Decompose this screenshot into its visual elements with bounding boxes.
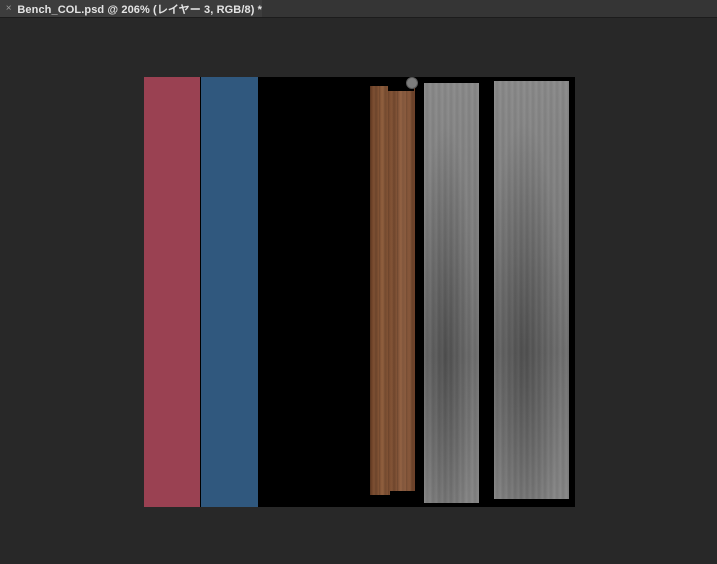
red-color-strip	[144, 77, 200, 507]
pin-icon[interactable]	[406, 77, 418, 89]
wood-bottom-notch	[390, 491, 415, 495]
document-canvas[interactable]	[144, 77, 575, 507]
gray-texture-plank-wide	[494, 81, 569, 499]
close-icon[interactable]: ×	[4, 3, 13, 15]
gray-texture-plank-narrow	[424, 83, 479, 503]
canvas-workspace[interactable]	[0, 18, 717, 564]
document-tab[interactable]: × Bench_COL.psd @ 206% (レイヤー 3, RGB/8) *	[0, 0, 262, 17]
document-tab-bar: × Bench_COL.psd @ 206% (レイヤー 3, RGB/8) *	[0, 0, 717, 18]
document-tab-title[interactable]: Bench_COL.psd @ 206% (レイヤー 3, RGB/8) *	[17, 1, 262, 17]
blue-color-strip	[201, 77, 258, 507]
wood-texture-plank	[370, 86, 415, 495]
